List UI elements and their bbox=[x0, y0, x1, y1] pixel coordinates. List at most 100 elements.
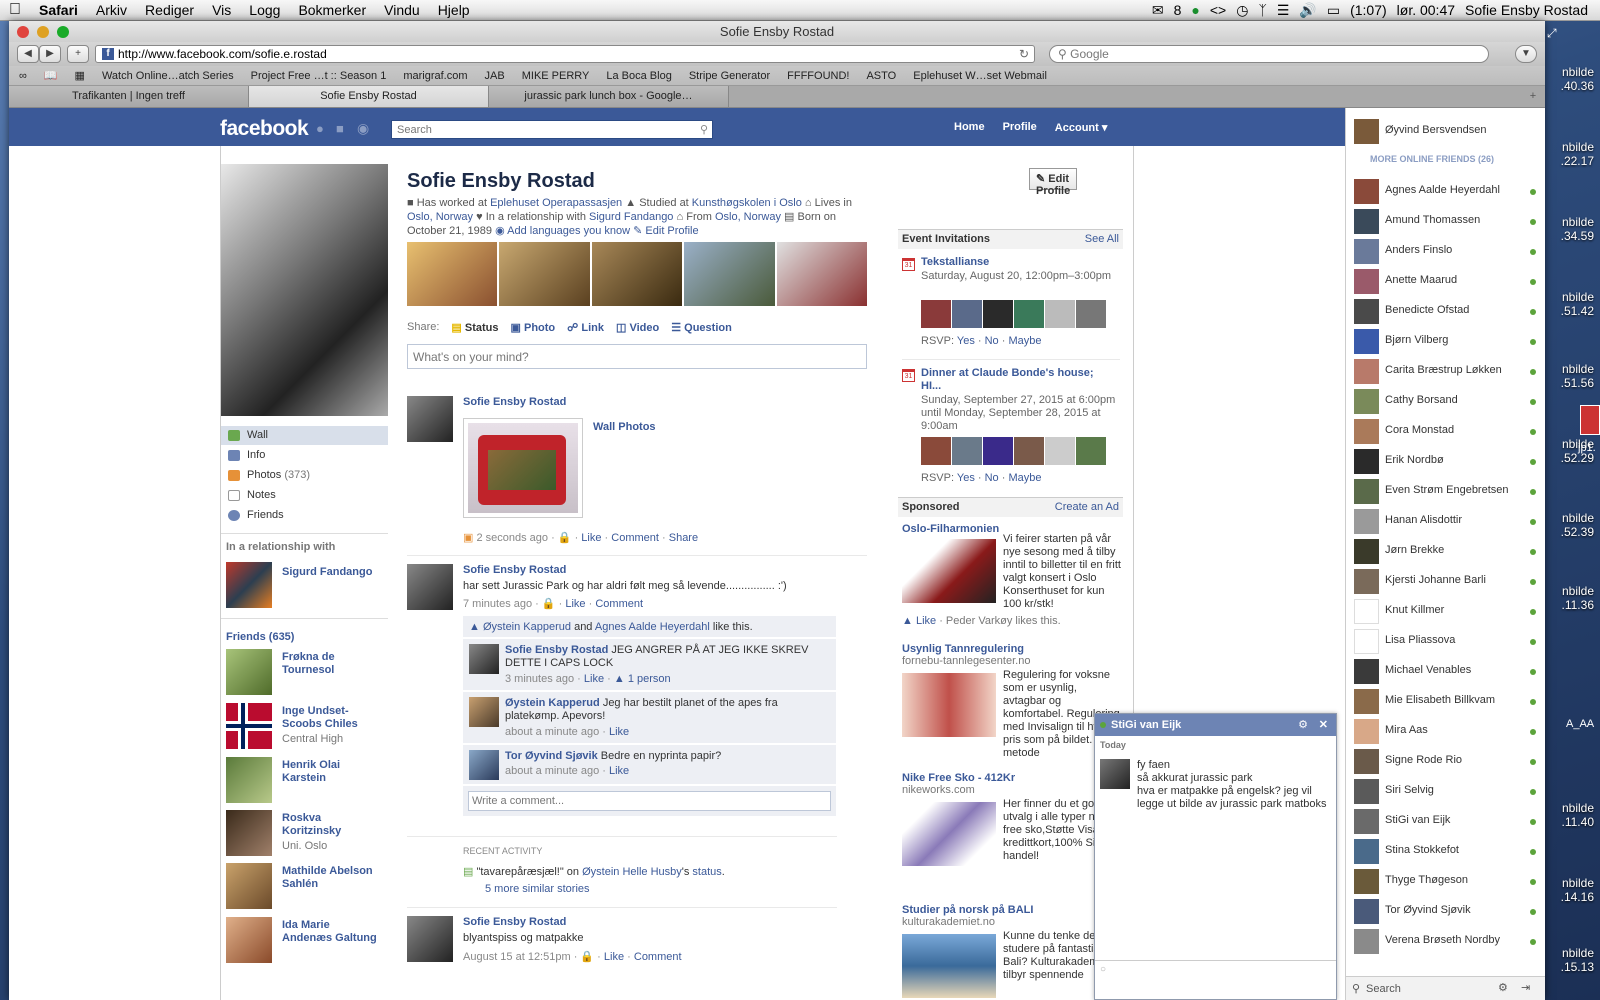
chat-search-input[interactable]: Search bbox=[1366, 983, 1401, 995]
chat-friend[interactable]: Tor Øyvind Sjøvik bbox=[1354, 898, 1542, 924]
chat-friend[interactable]: Lisa Pliassova bbox=[1354, 628, 1542, 654]
chat-friend[interactable]: Even Strøm Engebretsen bbox=[1354, 478, 1542, 504]
avatar[interactable] bbox=[226, 649, 272, 695]
lock-icon[interactable]: 🔒 bbox=[542, 598, 556, 610]
bookmark-item[interactable]: ASTO bbox=[866, 70, 896, 82]
gear-icon[interactable]: ⚙ bbox=[1298, 714, 1308, 736]
rsvp-no[interactable]: No bbox=[985, 472, 999, 484]
friend-item[interactable]: Roskva Koritzinsky Uni. Oslo bbox=[226, 810, 386, 858]
add-languages-link[interactable]: Add languages you know bbox=[507, 225, 630, 237]
tab-profile[interactable]: Sofie Ensby Rostad bbox=[249, 86, 489, 107]
forward-icon[interactable]: ▶ bbox=[39, 45, 61, 63]
avatar[interactable] bbox=[921, 437, 951, 465]
wifi-icon[interactable]: ☰ bbox=[1277, 2, 1290, 19]
sync-icon[interactable]: ● bbox=[1191, 2, 1199, 18]
avatar[interactable] bbox=[1100, 759, 1130, 789]
apple-icon[interactable]:  bbox=[0, 1, 30, 19]
chat-friend[interactable]: Anders Finslo bbox=[1354, 238, 1542, 264]
avatar[interactable] bbox=[1045, 437, 1075, 465]
minimize-window-icon[interactable] bbox=[37, 26, 49, 38]
post-time[interactable]: 7 minutes ago bbox=[463, 598, 532, 610]
avatar[interactable] bbox=[226, 810, 272, 856]
chat-input[interactable]: ○ bbox=[1095, 960, 1336, 999]
lives-link[interactable]: Oslo, Norway bbox=[407, 211, 473, 223]
chat-friend[interactable]: Signe Rode Rio bbox=[1354, 748, 1542, 774]
comment-link[interactable]: Comment bbox=[611, 532, 659, 544]
top-sites-icon[interactable]: ▦ bbox=[75, 69, 85, 82]
ad-title[interactable]: Nike Free Sko - 412Kr bbox=[902, 772, 1120, 784]
facebook-logo[interactable]: facebook bbox=[220, 117, 309, 141]
photo-thumb[interactable] bbox=[499, 242, 590, 306]
chat-friend[interactable]: Mie Elisabeth Billkvam bbox=[1354, 688, 1542, 714]
battery-icon[interactable]: ▭ bbox=[1327, 2, 1340, 19]
tab-jurassic[interactable]: jurassic park lunch box - Google… bbox=[489, 86, 729, 107]
menu-safari[interactable]: Safari bbox=[30, 2, 87, 18]
bookmark-item[interactable]: Eplehuset W…set Webmail bbox=[913, 70, 1047, 82]
share-question[interactable]: ☰ Question bbox=[671, 321, 732, 334]
liker-link[interactable]: Øystein Kapperud bbox=[483, 621, 571, 633]
chat-friend[interactable]: Mira Aas bbox=[1354, 718, 1542, 744]
desktop-file-label[interactable]: nbilde .34.59 bbox=[1542, 215, 1600, 243]
menu-vindu[interactable]: Vindu bbox=[375, 2, 429, 18]
bookmark-item[interactable]: marigraf.com bbox=[403, 70, 467, 82]
chat-friend[interactable]: Jørn Brekke bbox=[1354, 538, 1542, 564]
sidebar-item-friends[interactable]: Friends bbox=[221, 506, 388, 525]
desktop-file-label[interactable]: nbilde .14.16 bbox=[1542, 876, 1600, 904]
school-link[interactable]: Kunsthøgskolen i Oslo bbox=[692, 197, 802, 209]
desktop-file-label[interactable]: nbilde .52.39 bbox=[1542, 511, 1600, 539]
desktop-file-label[interactable]: nbilde .51.42 bbox=[1542, 290, 1600, 318]
chat-friend[interactable]: Michael Venables bbox=[1354, 658, 1542, 684]
avatar[interactable] bbox=[407, 916, 453, 962]
chat-friend[interactable]: Benedicte Ofstad bbox=[1354, 298, 1542, 324]
ad-image[interactable] bbox=[902, 802, 996, 866]
menu-arkiv[interactable]: Arkiv bbox=[87, 2, 136, 18]
friends-heading[interactable]: Friends (635) bbox=[226, 631, 294, 643]
rsvp-yes[interactable]: Yes bbox=[957, 472, 975, 484]
friend-name[interactable]: Frøkna de Tournesol bbox=[282, 651, 382, 677]
avatar[interactable] bbox=[1014, 437, 1044, 465]
avatar[interactable] bbox=[1014, 300, 1044, 328]
like-link[interactable]: Like bbox=[609, 726, 629, 738]
lock-icon[interactable]: 🔒 bbox=[580, 951, 594, 963]
create-ad-link[interactable]: Create an Ad bbox=[1055, 498, 1119, 517]
post-time[interactable]: August 15 at 12:51pm bbox=[463, 951, 571, 963]
chat-friend[interactable]: Knut Killmer bbox=[1354, 598, 1542, 624]
post-author[interactable]: Sofie Ensby Rostad bbox=[463, 564, 566, 576]
hometown-link[interactable]: Oslo, Norway bbox=[715, 211, 781, 223]
reading-list-icon[interactable]: ∞ bbox=[19, 70, 27, 82]
fb-search-icon[interactable]: ⚲ bbox=[700, 123, 708, 136]
new-tab-icon[interactable]: + bbox=[1521, 86, 1545, 107]
back-icon[interactable]: ◀ bbox=[17, 45, 39, 63]
downloads-icon[interactable]: ▼ bbox=[1515, 45, 1537, 63]
chat-friend[interactable]: Stina Stokkefot bbox=[1354, 838, 1542, 864]
share-video[interactable]: ◫ Video bbox=[616, 321, 659, 334]
chat-friend[interactable]: Amund Thomassen bbox=[1354, 208, 1542, 234]
friend-item[interactable]: Inge Undset-Scoobs Chiles Central High bbox=[226, 703, 386, 751]
nav-account[interactable]: Account ▾ bbox=[1055, 121, 1108, 134]
clock[interactable]: lør. 00:47 bbox=[1397, 2, 1455, 18]
rsvp-no[interactable]: No bbox=[985, 335, 999, 347]
liker-link[interactable]: Agnes Aalde Heyerdahl bbox=[595, 621, 710, 633]
tab-trafikanten[interactable]: Trafikanten | Ingen treff bbox=[9, 86, 249, 107]
zoom-window-icon[interactable] bbox=[57, 26, 69, 38]
rsvp-maybe[interactable]: Maybe bbox=[1008, 472, 1041, 484]
share-link[interactable]: Share bbox=[669, 532, 698, 544]
avatar[interactable] bbox=[226, 863, 272, 909]
like-link[interactable]: Like bbox=[604, 951, 624, 963]
address-bar[interactable]: f http://www.facebook.com/sofie.e.rostad… bbox=[95, 45, 1035, 63]
comment-link[interactable]: Comment bbox=[595, 598, 643, 610]
add-bookmark-icon[interactable]: + bbox=[67, 45, 89, 63]
desktop-file-icon[interactable] bbox=[1580, 405, 1600, 435]
bookmark-item[interactable]: La Boca Blog bbox=[606, 70, 671, 82]
edit-profile-link[interactable]: Edit Profile bbox=[645, 225, 698, 237]
bookmark-item[interactable]: Stripe Generator bbox=[689, 70, 770, 82]
event-title[interactable]: Dinner at Claude Bonde's house; HI... bbox=[921, 367, 1116, 393]
avatar[interactable] bbox=[983, 300, 1013, 328]
friend-requests-icon[interactable]: ● bbox=[316, 121, 324, 136]
menu-vis[interactable]: Vis bbox=[203, 2, 240, 18]
menu-bokmerker[interactable]: Bokmerker bbox=[289, 2, 375, 18]
friend-name[interactable]: Mathilde Abelson Sahlén bbox=[282, 865, 382, 891]
chat-friend[interactable]: Cathy Borsand bbox=[1354, 388, 1542, 414]
desktop-file-label[interactable]: nbilde .51.56 bbox=[1542, 362, 1600, 390]
bookmark-item[interactable]: MIKE PERRY bbox=[522, 70, 590, 82]
